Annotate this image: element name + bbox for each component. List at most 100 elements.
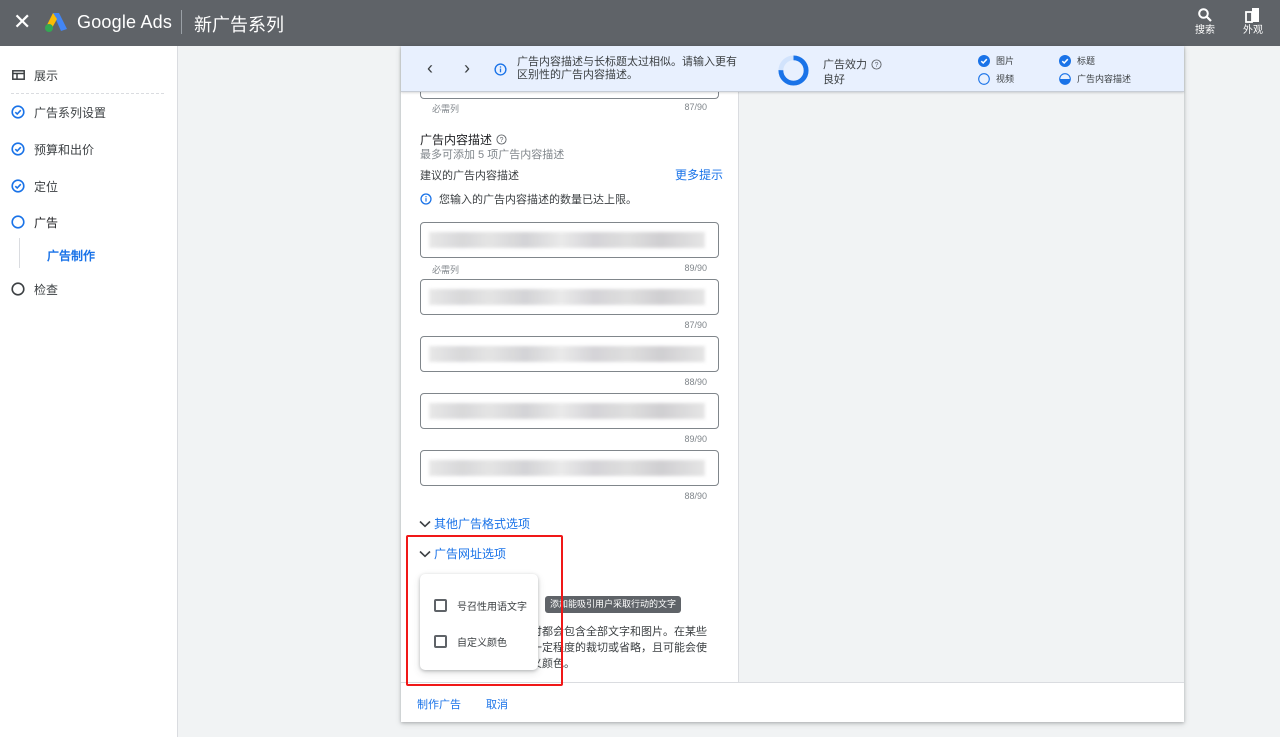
required-label: 必需列	[432, 104, 460, 114]
headline-field-bottom[interactable]	[420, 92, 719, 99]
circle-icon	[11, 282, 25, 296]
create-ad-button[interactable]: 制作广告	[417, 696, 461, 712]
check-circle-icon	[11, 142, 25, 156]
ad-strength-banner: ‹ › 广告内容描述与长标题太过相似。请输入更有区别性的广告内容描述。 广告效力…	[401, 46, 1184, 92]
chevron-right-icon[interactable]: ›	[464, 59, 470, 77]
svg-text:?: ?	[875, 61, 879, 68]
description-input-5[interactable]	[420, 450, 719, 486]
description-line: 时都会包含全部文字和图片。在某些	[531, 626, 707, 638]
sidebar-label: 预算和出价	[34, 142, 95, 157]
sidebar-item-ads[interactable]: 广告	[11, 212, 58, 232]
chevron-left-icon[interactable]: ‹	[427, 59, 433, 77]
tooltip: 添加能吸引用户采取行动的文字	[545, 596, 682, 613]
expander-label: 广告网址选项	[434, 547, 507, 561]
chevron-down-icon	[419, 550, 431, 557]
sidebar-label: 定位	[34, 179, 59, 194]
info-icon	[494, 63, 507, 76]
cancel-button[interactable]: 取消	[486, 696, 508, 712]
google-ads-logo	[45, 13, 67, 32]
appearance-button[interactable]: 外观	[1233, 2, 1273, 42]
cta-text-option[interactable]: 号召性用语文字	[434, 598, 527, 613]
sidebar-label: 检查	[34, 282, 59, 297]
sidebar-subitem-ad-creation[interactable]: 广告制作	[47, 247, 95, 264]
preview-area	[738, 92, 1184, 682]
help-icon[interactable]: ?	[871, 58, 882, 70]
char-count: 88/90	[684, 491, 707, 501]
svg-text:?: ?	[500, 137, 504, 144]
sidebar-item-display[interactable]: 展示	[11, 65, 58, 85]
sidebar-item-review[interactable]: 检查	[11, 279, 58, 299]
url-options-expander[interactable]: 广告网址选项	[419, 545, 506, 562]
limit-notice-text: 您输入的广告内容描述的数量已达上限。	[439, 194, 637, 206]
appearance-label: 外观	[1243, 25, 1263, 36]
sidebar-label: 广告系列设置	[34, 105, 107, 120]
warning-message: 广告内容描述与长标题太过相似。请输入更有区别性的广告内容描述。	[517, 56, 737, 81]
description-input-4[interactable]	[420, 393, 719, 429]
search-label: 搜索	[1195, 25, 1215, 36]
checklist-label: 广告内容描述	[1077, 74, 1132, 84]
sidebar-label: 展示	[34, 68, 59, 83]
sidebar-item-campaign-settings[interactable]: 广告系列设置	[11, 102, 106, 122]
ad-strength-title: 广告效力	[823, 59, 867, 71]
search-icon	[1198, 8, 1212, 22]
half-circle-icon	[1059, 72, 1071, 85]
char-count: 88/90	[684, 377, 707, 387]
description-input-2[interactable]	[420, 279, 719, 315]
redacted-text	[429, 289, 705, 305]
top-bar: ✕ Google Ads 新广告系列 搜索 外观	[0, 0, 1280, 46]
checklist-item-descriptions: 广告内容描述	[1059, 72, 1131, 85]
checklist-item-headlines: 标题	[1059, 54, 1095, 67]
expander-label: 其他广告格式选项	[434, 517, 531, 531]
description-line: 一定程度的裁切或省略，且可能会使	[531, 642, 707, 654]
descriptions-subtitle: 最多可添加 5 项广告内容描述	[420, 149, 565, 161]
ad-strength-label: 广告效力 ?	[823, 56, 882, 72]
display-icon	[11, 68, 25, 82]
check-circle-filled-icon	[978, 54, 990, 67]
option-label: 号召性用语文字	[457, 602, 527, 613]
search-button[interactable]: 搜索	[1185, 2, 1225, 42]
checklist-item-videos: 视频	[978, 72, 1014, 85]
sidebar: 展示 广告系列设置 预算和出价 定位 广告 广告制作 检查	[0, 46, 178, 737]
option-label: 自定义颜色	[457, 638, 507, 649]
sidebar-item-budget-bidding[interactable]: 预算和出价	[11, 139, 94, 159]
sub-item-line	[19, 238, 20, 268]
help-icon[interactable]: ?	[496, 134, 507, 145]
description-input-3[interactable]	[420, 336, 719, 372]
campaign-title: 新广告系列	[194, 15, 284, 35]
sidebar-label: 广告	[34, 215, 59, 230]
chevron-down-icon	[419, 520, 431, 527]
checklist-label: 视频	[996, 74, 1015, 84]
checkbox[interactable]	[434, 599, 447, 612]
char-count: 87/90	[684, 102, 707, 112]
appearance-icon	[1245, 8, 1259, 23]
suggested-descriptions-label: 建议的广告内容描述	[420, 170, 519, 182]
redacted-text	[429, 346, 705, 362]
char-count: 89/90	[684, 434, 707, 444]
circle-icon	[11, 215, 25, 229]
ad-strength-ring	[778, 55, 809, 86]
format-description: 时都会包含全部文字和图片。在某些 一定程度的裁切或省略，且可能会使 义颜色。	[531, 624, 731, 672]
custom-color-option[interactable]: 自定义颜色	[434, 634, 507, 649]
check-circle-icon	[11, 179, 25, 193]
description-input-1[interactable]	[420, 222, 719, 258]
redacted-text	[429, 460, 705, 476]
limit-notice: 您输入的广告内容描述的数量已达上限。	[420, 191, 637, 207]
divider	[181, 10, 182, 34]
char-count: 89/90	[684, 263, 707, 273]
divider	[11, 93, 164, 94]
close-icon[interactable]: ✕	[13, 10, 31, 34]
redacted-text	[429, 403, 705, 419]
empty-circle-icon	[978, 72, 990, 85]
check-circle-filled-icon	[1059, 54, 1071, 67]
checklist-item-images: 图片	[978, 54, 1014, 67]
more-tips-link[interactable]: 更多提示	[675, 166, 723, 183]
other-formats-expander[interactable]: 其他广告格式选项	[419, 515, 530, 532]
check-circle-icon	[11, 105, 25, 119]
checklist-label: 标题	[1077, 56, 1096, 66]
sidebar-item-targeting[interactable]: 定位	[11, 176, 58, 196]
checkbox[interactable]	[434, 635, 447, 648]
char-count: 87/90	[684, 320, 707, 330]
required-label: 必需列	[432, 265, 460, 275]
description-line: 义颜色。	[531, 658, 575, 670]
options-menu: 号召性用语文字 自定义颜色	[420, 574, 538, 670]
